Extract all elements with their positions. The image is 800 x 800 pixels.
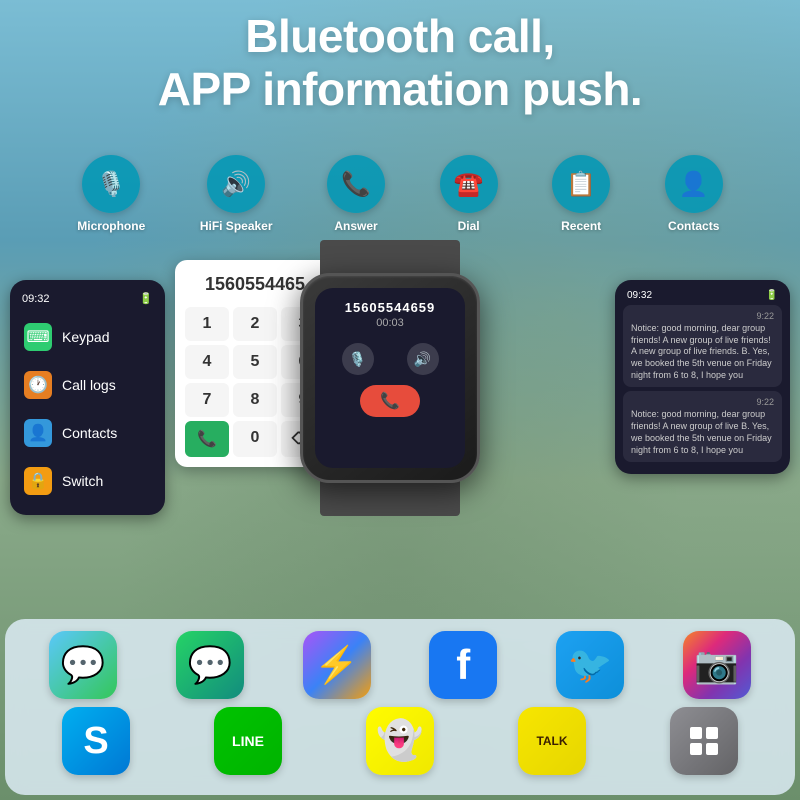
watch-strap-top xyxy=(320,240,460,275)
microphone-label: Microphone xyxy=(77,219,145,233)
apps-row-1: 💬 💬 ⚡ f 🐦 📷 xyxy=(20,631,780,699)
notif-time-2: 9:22 xyxy=(631,397,774,407)
dial-key-2[interactable]: 2 xyxy=(233,307,277,341)
app-twitter[interactable]: 🐦 xyxy=(556,631,624,699)
feature-dial: ☎️ Dial xyxy=(440,155,498,233)
app-snapchat[interactable]: 👻 xyxy=(366,707,434,775)
watch-call-actions: 🎙️ 🔊 xyxy=(315,337,465,381)
call-logs-label: Call logs xyxy=(62,377,116,393)
dial-icon: ☎️ xyxy=(440,155,498,213)
notification-item-1: 9:22 Notice: good morning, dear group fr… xyxy=(623,305,782,387)
features-row: 🎙️ Microphone 🔊 HiFi Speaker 📞 Answer ☎️… xyxy=(50,155,750,233)
notif-battery: 🔋 xyxy=(766,290,778,301)
keypad-label: Keypad xyxy=(62,329,109,345)
contacts-menu-icon: 👤 xyxy=(24,419,52,447)
contacts-label: Contacts xyxy=(668,219,719,233)
feature-recent: 📋 Recent xyxy=(552,155,610,233)
hifi-speaker-label: HiFi Speaker xyxy=(200,219,273,233)
header-line2: APP information push. xyxy=(158,63,642,115)
dial-key-4[interactable]: 4 xyxy=(185,345,229,379)
answer-icon: 📞 xyxy=(327,155,385,213)
app-messenger[interactable]: ⚡ xyxy=(303,631,371,699)
app-kakaotalk[interactable]: TALK xyxy=(518,707,586,775)
header-title: Bluetooth call, APP information push. xyxy=(0,10,800,116)
dial-key-7[interactable]: 7 xyxy=(185,383,229,417)
watch-call-number: 15605544659 xyxy=(315,288,465,317)
recent-label: Recent xyxy=(561,219,601,233)
microphone-icon: 🎙️ xyxy=(82,155,140,213)
switch-icon: 🔒 xyxy=(24,467,52,495)
notification-item-2: 9:22 Notice: good morning, dear group fr… xyxy=(623,391,782,462)
contacts-icon: 👤 xyxy=(665,155,723,213)
feature-contacts: 👤 Contacts xyxy=(665,155,723,233)
menu-item-call-logs[interactable]: 🕐 Call logs xyxy=(10,361,165,409)
watch-volume-button[interactable]: 🔊 xyxy=(407,343,439,375)
menu-battery: 🔋 xyxy=(139,292,153,305)
menu-item-contacts[interactable]: 👤 Contacts xyxy=(10,409,165,457)
main-container: Bluetooth call, APP information push. 🎙️… xyxy=(0,0,800,800)
contacts-menu-label: Contacts xyxy=(62,425,117,441)
phone-menu-panel: 09:32 🔋 ⌨ Keypad 🕐 Call logs 👤 Contacts … xyxy=(10,280,165,515)
watch-end-call-button[interactable]: 📞 xyxy=(360,385,420,417)
call-logs-icon: 🕐 xyxy=(24,371,52,399)
menu-time: 09:32 xyxy=(22,293,50,305)
dial-key-5[interactable]: 5 xyxy=(233,345,277,379)
app-skype[interactable]: S xyxy=(62,707,130,775)
app-whatsapp[interactable]: 💬 xyxy=(176,631,244,699)
switch-label: Switch xyxy=(62,473,103,489)
menu-item-keypad[interactable]: ⌨ Keypad xyxy=(10,313,165,361)
menu-item-switch[interactable]: 🔒 Switch xyxy=(10,457,165,505)
dial-key-1[interactable]: 1 xyxy=(185,307,229,341)
keypad-icon: ⌨ xyxy=(24,323,52,351)
dial-key-8[interactable]: 8 xyxy=(233,383,277,417)
hifi-speaker-icon: 🔊 xyxy=(207,155,265,213)
smartwatch: 15605544659 00:03 🎙️ 🔊 📞 xyxy=(295,240,485,516)
watch-screen: 15605544659 00:03 🎙️ 🔊 📞 xyxy=(315,288,465,468)
dial-call-button[interactable]: 📞 xyxy=(185,421,229,457)
apps-section: 💬 💬 ⚡ f 🐦 📷 S LINE 👻 TALK xyxy=(5,619,795,795)
app-facebook[interactable]: f xyxy=(429,631,497,699)
feature-hifi-speaker: 🔊 HiFi Speaker xyxy=(200,155,273,233)
notif-text-2: Notice: good morning, dear group friends… xyxy=(631,409,774,456)
app-instagram[interactable]: 📷 xyxy=(683,631,751,699)
app-imessage[interactable]: 💬 xyxy=(49,631,117,699)
notification-header: 09:32 🔋 xyxy=(623,288,782,305)
notif-time: 09:32 xyxy=(627,290,652,301)
watch-strap-bottom xyxy=(320,481,460,516)
notif-text-1: Notice: good morning, dear group friends… xyxy=(631,323,774,381)
watch-call-duration: 00:03 xyxy=(315,317,465,337)
watch-body: 15605544659 00:03 🎙️ 🔊 📞 xyxy=(300,273,480,483)
app-line[interactable]: LINE xyxy=(214,707,282,775)
header-line1: Bluetooth call, xyxy=(245,10,554,62)
feature-answer: 📞 Answer xyxy=(327,155,385,233)
recent-icon: 📋 xyxy=(552,155,610,213)
dial-label: Dial xyxy=(458,219,480,233)
phone-menu-header: 09:32 🔋 xyxy=(10,290,165,313)
app-grid[interactable] xyxy=(670,707,738,775)
watch-mute-button[interactable]: 🎙️ xyxy=(342,343,374,375)
notif-time-1: 9:22 xyxy=(631,311,774,321)
feature-microphone: 🎙️ Microphone xyxy=(77,155,145,233)
apps-row-2: S LINE 👻 TALK xyxy=(20,707,780,775)
dial-key-0[interactable]: 0 xyxy=(233,421,277,457)
answer-label: Answer xyxy=(334,219,377,233)
notification-panel: 09:32 🔋 9:22 Notice: good morning, dear … xyxy=(615,280,790,474)
header-section: Bluetooth call, APP information push. xyxy=(0,10,800,116)
